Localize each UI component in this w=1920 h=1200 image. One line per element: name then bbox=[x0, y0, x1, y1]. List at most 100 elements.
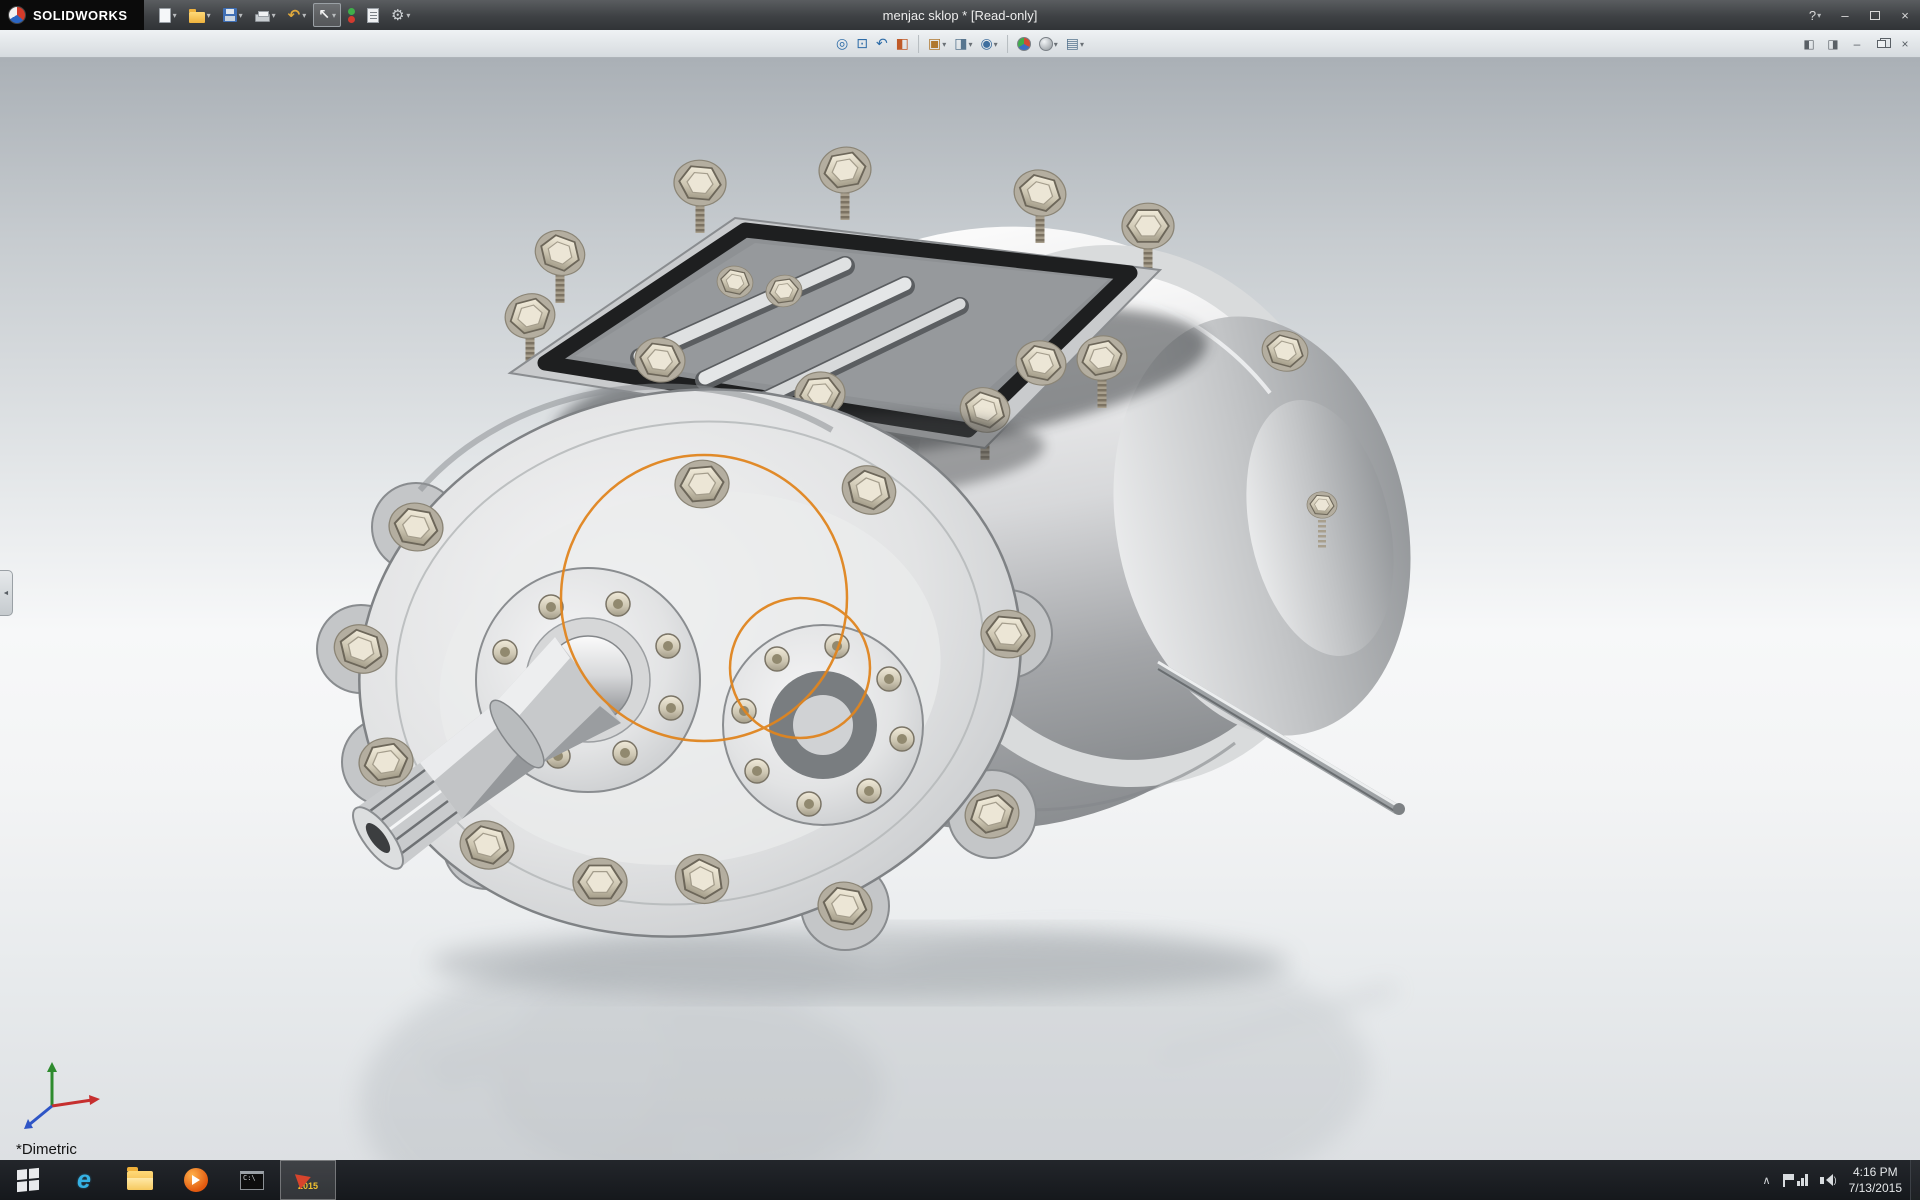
flyout-arrow-icon: ◄ bbox=[3, 590, 10, 597]
standard-toolbar: ▾ ▾ ▾ ▾ ↶ ▾ ↖ ▾ bbox=[154, 3, 416, 27]
heads-up-view-bar: ◎ ⊡ ↶ ◧ ▣ ▾ ◨ ▾ ◉ ▾ bbox=[0, 30, 1920, 58]
chevron-down-icon[interactable]: ▾ bbox=[406, 11, 410, 20]
chevron-down-icon[interactable]: ▾ bbox=[994, 40, 998, 49]
chevron-down-icon[interactable]: ▾ bbox=[272, 11, 276, 20]
maximize-icon bbox=[1870, 11, 1880, 20]
orientation-triad bbox=[18, 1048, 108, 1134]
minimize-button[interactable]: – bbox=[1830, 0, 1860, 30]
gearbox-assembly[interactable] bbox=[317, 143, 1448, 984]
help-button[interactable]: ? ▾ bbox=[1800, 0, 1830, 30]
solidworks-logo: SOLIDWORKS bbox=[0, 0, 144, 30]
zoom-to-area-icon: ⊡ bbox=[856, 37, 868, 51]
section-view-button[interactable]: ◧ bbox=[893, 33, 912, 55]
printer-icon bbox=[255, 14, 270, 22]
command-prompt-icon: C:\ bbox=[240, 1171, 264, 1190]
volume-icon[interactable]: ) bbox=[1820, 1174, 1837, 1186]
output-boss bbox=[723, 625, 923, 825]
taskbar-internet-explorer[interactable]: e bbox=[56, 1160, 112, 1200]
undo-arrow-icon: ↶ bbox=[288, 8, 301, 23]
document-window-controls: ◧ ◨ – × bbox=[1800, 30, 1914, 58]
close-button[interactable]: × bbox=[1890, 0, 1920, 30]
undo-button[interactable]: ↶ ▾ bbox=[283, 3, 312, 27]
taskbar-solidworks-2015[interactable]: 2015 bbox=[280, 1160, 336, 1200]
display-style-button[interactable]: ◨ ▾ bbox=[951, 33, 975, 55]
view-settings-icon: ▤ bbox=[1066, 37, 1079, 51]
chevron-down-icon[interactable]: ▾ bbox=[332, 11, 336, 20]
previous-view-button[interactable]: ↶ bbox=[873, 33, 891, 55]
clock-time: 4:16 PM bbox=[1853, 1164, 1898, 1180]
chevron-down-icon[interactable]: ▾ bbox=[302, 11, 306, 20]
hide-show-items-icon: ◉ bbox=[980, 37, 992, 51]
chevron-down-icon[interactable]: ▾ bbox=[1080, 40, 1084, 49]
help-icon: ? bbox=[1809, 8, 1816, 23]
brand-text: SOLIDWORKS bbox=[33, 8, 128, 23]
open-folder-icon bbox=[189, 12, 205, 23]
chevron-down-icon: ▾ bbox=[1817, 11, 1821, 20]
file-properties-icon bbox=[367, 8, 379, 23]
chevron-down-icon[interactable]: ▾ bbox=[968, 40, 972, 49]
show-desktop-button[interactable] bbox=[1910, 1160, 1920, 1200]
zoom-to-area-button[interactable]: ⊡ bbox=[853, 33, 871, 55]
taskbar-clock[interactable]: 4:16 PM 7/13/2015 bbox=[1849, 1164, 1902, 1196]
previous-view-icon: ↶ bbox=[876, 37, 888, 51]
apply-scene-button[interactable]: ▾ bbox=[1036, 33, 1061, 55]
rebuild-button[interactable] bbox=[343, 3, 360, 27]
view-settings-button[interactable]: ▤ ▾ bbox=[1063, 33, 1087, 55]
toolbar-separator bbox=[1007, 35, 1008, 53]
start-button[interactable] bbox=[0, 1160, 56, 1200]
select-tool-button[interactable]: ↖ ▾ bbox=[313, 3, 341, 27]
select-cursor-icon: ↖ bbox=[318, 8, 330, 22]
save-button[interactable]: ▾ bbox=[218, 3, 248, 27]
windows-logo-icon bbox=[17, 1168, 39, 1192]
new-document-button[interactable]: ▾ bbox=[154, 3, 182, 27]
restore-icon bbox=[1877, 40, 1886, 48]
chevron-down-icon[interactable]: ▾ bbox=[207, 11, 211, 20]
system-tray: ∧ ) 4:16 PM 7/13/2015 bbox=[1763, 1160, 1910, 1200]
title-bar: SOLIDWORKS ▾ ▾ ▾ ▾ ↶ ▾ bbox=[0, 0, 1920, 30]
windows-taskbar: e C:\ 2015 ∧ ) bbox=[0, 1160, 1920, 1200]
pane-split-left-button[interactable]: ◧ bbox=[1800, 35, 1818, 53]
document-minimize-button[interactable]: – bbox=[1848, 35, 1866, 53]
hide-show-items-button[interactable]: ◉ ▾ bbox=[977, 33, 1000, 55]
chevron-down-icon[interactable]: ▾ bbox=[942, 40, 946, 49]
play-triangle-icon bbox=[192, 1175, 205, 1185]
featuremanager-flyout-tab[interactable]: ◄ bbox=[0, 570, 13, 616]
graphics-area[interactable]: *Dimetric ◄ bbox=[0, 58, 1920, 1160]
action-center-flag-icon[interactable] bbox=[1783, 1174, 1785, 1187]
network-icon[interactable] bbox=[1797, 1174, 1808, 1186]
document-restore-button[interactable] bbox=[1872, 35, 1890, 53]
taskbar-media-player[interactable] bbox=[168, 1160, 224, 1200]
chevron-down-icon[interactable]: ▾ bbox=[1054, 40, 1058, 49]
taskbar-command-prompt[interactable]: C:\ bbox=[224, 1160, 280, 1200]
zoom-to-fit-button[interactable]: ◎ bbox=[833, 33, 851, 55]
window-controls: ? ▾ – × bbox=[1800, 0, 1920, 30]
file-properties-button[interactable] bbox=[362, 3, 384, 27]
chevron-down-icon[interactable]: ▾ bbox=[173, 11, 177, 20]
maximize-button[interactable] bbox=[1860, 0, 1890, 30]
open-document-button[interactable]: ▾ bbox=[184, 3, 216, 27]
view-orientation-button[interactable]: ▣ ▾ bbox=[925, 33, 949, 55]
view-orientation-cube-icon: ▣ bbox=[928, 37, 941, 51]
media-player-icon bbox=[184, 1168, 208, 1192]
section-view-icon: ◧ bbox=[896, 37, 909, 51]
document-close-button[interactable]: × bbox=[1896, 35, 1914, 53]
window-title: menjac sklop * [Read-only] bbox=[883, 8, 1038, 23]
view-orientation-label: *Dimetric bbox=[16, 1141, 77, 1158]
pane-split-right-button[interactable]: ◨ bbox=[1824, 35, 1842, 53]
solidworks-window: SOLIDWORKS ▾ ▾ ▾ ▾ ↶ ▾ bbox=[0, 0, 1920, 1200]
close-icon: × bbox=[1901, 8, 1909, 23]
display-style-icon: ◨ bbox=[954, 37, 967, 51]
dassault-swirl-icon bbox=[8, 6, 26, 24]
show-hidden-icons-button[interactable]: ∧ bbox=[1763, 1174, 1771, 1187]
edit-appearance-button[interactable] bbox=[1014, 33, 1034, 55]
clock-date: 7/13/2015 bbox=[1849, 1180, 1902, 1196]
heads-up-toolbar: ◎ ⊡ ↶ ◧ ▣ ▾ ◨ ▾ ◉ ▾ bbox=[833, 30, 1087, 58]
gearbox-3d-model[interactable] bbox=[0, 58, 1920, 1160]
chevron-down-icon[interactable]: ▾ bbox=[239, 11, 243, 20]
minimize-icon: – bbox=[1841, 8, 1848, 23]
zoom-to-fit-icon: ◎ bbox=[836, 37, 848, 51]
print-button[interactable]: ▾ bbox=[250, 3, 281, 27]
options-button[interactable]: ⚙ ▾ bbox=[386, 3, 415, 27]
taskbar-file-explorer[interactable] bbox=[112, 1160, 168, 1200]
gear-icon: ⚙ bbox=[391, 8, 404, 23]
